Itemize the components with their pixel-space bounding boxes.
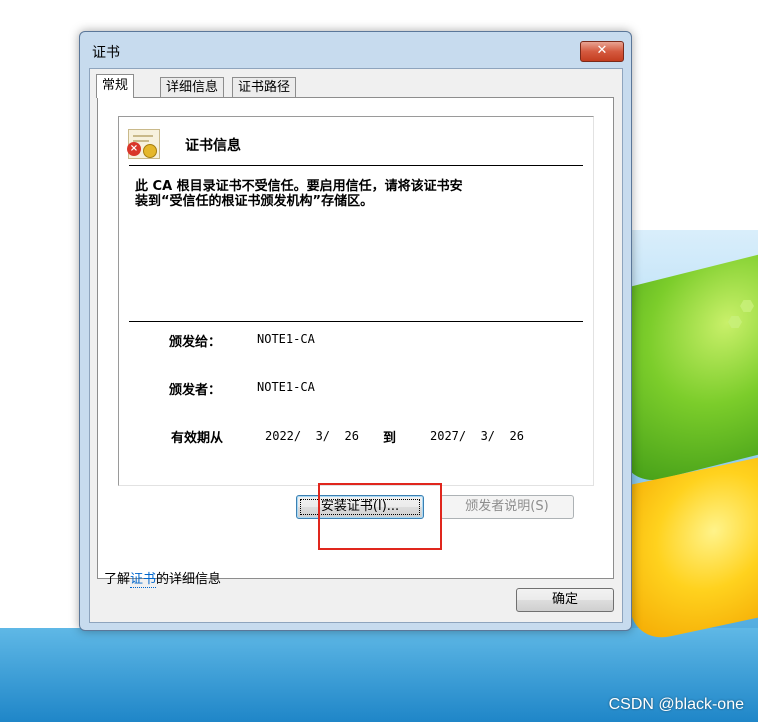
tab-label: 详细信息 (166, 80, 219, 95)
tab-general[interactable]: 常规 (96, 74, 135, 98)
window-title: 证书 (92, 45, 120, 61)
tab-label: 常规 (102, 78, 129, 93)
divider (129, 321, 583, 322)
learn-more-suffix: 的详细信息 (156, 572, 222, 587)
divider (129, 165, 583, 166)
valid-from-value: 2022/ 3/ 26 (265, 429, 359, 443)
certificate-info-box: × 证书信息 此 CA 根目录证书不受信任。要启用信任，请将该证书安 装到“受信… (118, 116, 594, 486)
seal-icon (143, 144, 157, 158)
learn-more-prefix: 了解 (104, 572, 131, 587)
message-line: 此 CA 根目录证书不受信任。要启用信任，请将该证书安 (135, 179, 463, 194)
error-x-icon: × (127, 142, 141, 156)
close-button[interactable]: ✕ (580, 41, 624, 62)
tab-details[interactable]: 详细信息 (160, 77, 225, 97)
button-label: 确定 (551, 592, 578, 607)
certificate-untrusted-icon: × (127, 129, 160, 159)
issued-by-label: 颁发者： (169, 383, 222, 398)
issuer-statement-button[interactable]: 颁发者说明(S) (440, 495, 574, 519)
tab-label: 证书路径 (238, 80, 291, 95)
tab-certification-path[interactable]: 证书路径 (232, 77, 297, 97)
certificate-info-heading: 证书信息 (185, 138, 241, 154)
button-label: 颁发者说明(S) (465, 499, 549, 514)
windows-logo-green-pane (622, 251, 758, 489)
issued-by-value: NOTE1-CA (257, 380, 315, 394)
watermark-text: CSDN @black-one (608, 696, 744, 713)
highlight-annotation-box (318, 483, 442, 550)
learn-more-link[interactable]: 证书 (130, 572, 157, 588)
windows-logo-yellow-pane (630, 455, 758, 645)
learn-more-text: 了解证书的详细信息 (104, 568, 222, 588)
validity-label: 有效期从 (171, 431, 224, 446)
close-icon: ✕ (596, 43, 608, 58)
valid-to-value: 2027/ 3/ 26 (430, 429, 524, 443)
trust-warning-message: 此 CA 根目录证书不受信任。要启用信任，请将该证书安 装到“受信任的根证书颁发… (135, 179, 555, 209)
ok-button[interactable]: 确定 (516, 588, 614, 612)
title-bar[interactable]: 证书 ✕ (80, 32, 631, 68)
issued-to-value: NOTE1-CA (257, 332, 315, 346)
issued-to-label: 颁发给： (169, 335, 222, 350)
message-line: 装到“受信任的根证书颁发机构”存储区。 (135, 194, 374, 209)
to-label: 到 (383, 431, 397, 446)
